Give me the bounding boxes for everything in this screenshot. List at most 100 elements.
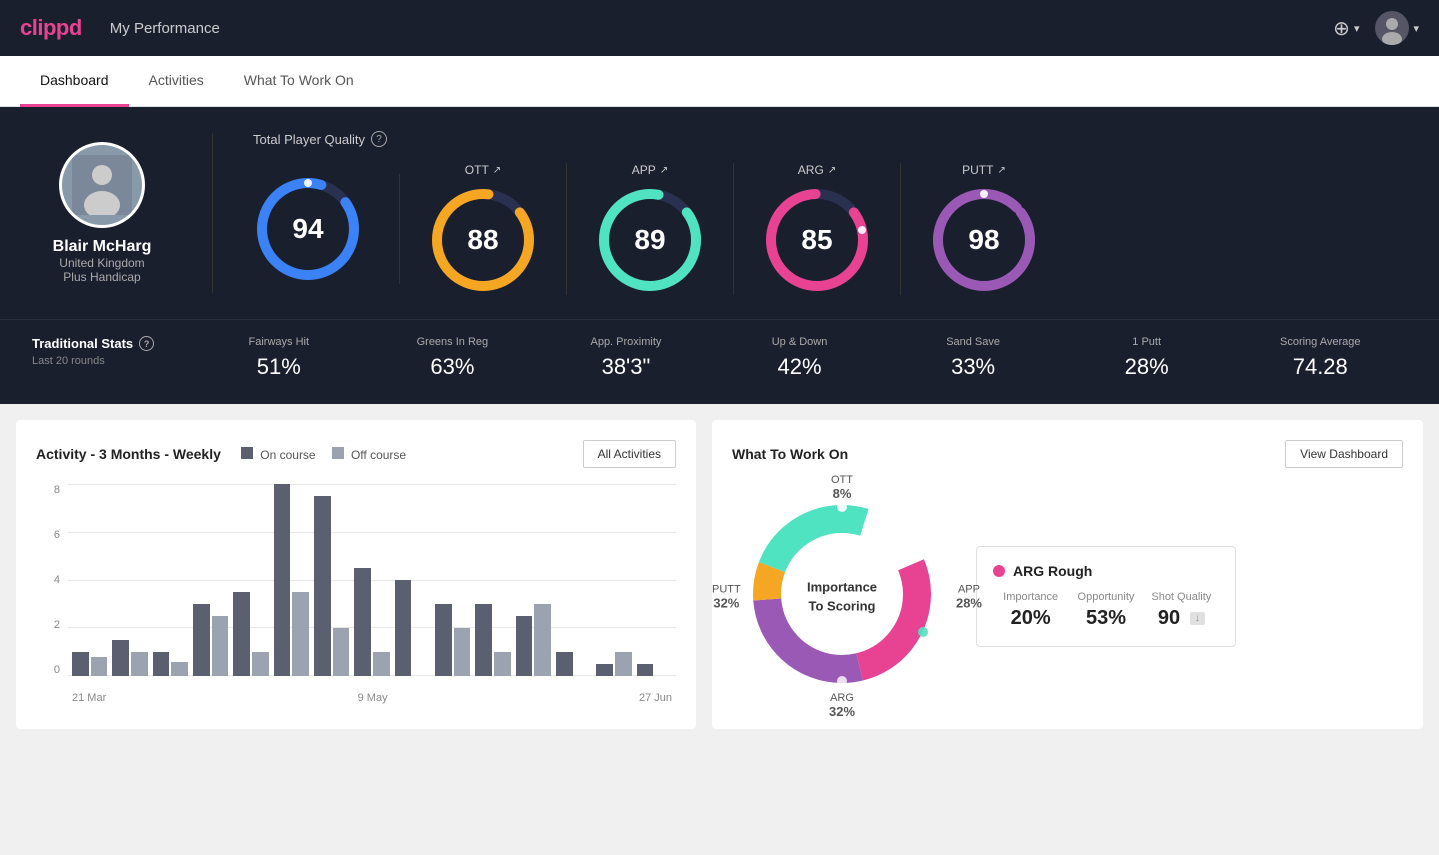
card-dot	[993, 565, 1005, 577]
stat-greens-in-reg: Greens In Reg 63%	[366, 336, 540, 380]
tab-bar: Dashboard Activities What To Work On	[0, 56, 1439, 107]
all-activities-button[interactable]: All Activities	[583, 440, 676, 468]
tab-activities[interactable]: Activities	[129, 56, 224, 107]
putt-gauge: 98	[929, 185, 1039, 295]
bar-offcourse	[333, 628, 350, 676]
putt-label: PUTT ↗	[962, 163, 1006, 177]
quality-help-icon[interactable]: ?	[371, 131, 387, 147]
stat-up-down: Up & Down 42%	[713, 336, 887, 380]
bar-offcourse	[171, 662, 188, 676]
tab-what-to-work-on[interactable]: What To Work On	[224, 56, 374, 107]
avatar	[59, 142, 145, 228]
main-gauge-container: 94	[253, 174, 363, 284]
quality-section: Total Player Quality ? 94 OTT ↗	[253, 131, 1407, 295]
activity-title: Activity - 3 Months - Weekly	[36, 446, 221, 462]
bar-group	[395, 580, 430, 676]
bar-offcourse	[373, 652, 390, 676]
main-gauge: 94	[253, 174, 400, 284]
card-metric-shot-quality: Shot Quality 90 ↓	[1144, 591, 1219, 630]
add-button[interactable]: ⊕ ▾	[1333, 16, 1359, 41]
card-title-row: ARG Rough	[993, 563, 1219, 579]
bar-group	[233, 592, 268, 676]
bar-group	[596, 652, 631, 676]
putt-trend: ↗	[997, 165, 1005, 176]
bar-oncourse	[274, 484, 291, 676]
bar-oncourse	[233, 592, 250, 676]
bottom-panels: Activity - 3 Months - Weekly On course O…	[0, 404, 1439, 745]
bar-oncourse	[354, 568, 371, 676]
app-label: APP ↗	[632, 163, 668, 177]
stats-subtitle: Last 20 rounds	[32, 355, 192, 367]
bar-group	[72, 652, 107, 676]
donut-center-label: Importance To Scoring	[807, 577, 877, 616]
bar-offcourse	[292, 592, 309, 676]
bar-group	[637, 664, 672, 676]
bar-group	[475, 604, 510, 676]
player-country: United Kingdom	[59, 256, 144, 270]
stats-title-block: Traditional Stats ? Last 20 rounds	[32, 336, 192, 367]
stats-help-icon[interactable]: ?	[139, 336, 154, 351]
add-chevron: ▾	[1354, 22, 1360, 35]
bar-oncourse	[475, 604, 492, 676]
stat-app-proximity: App. Proximity 38'3"	[539, 336, 713, 380]
bar-oncourse	[153, 652, 170, 676]
legend-offcourse: Off course	[332, 447, 406, 462]
bar-group	[516, 604, 551, 676]
stat-1-putt: 1 Putt 28%	[1060, 336, 1234, 380]
quality-label: Total Player Quality ?	[253, 131, 1407, 147]
app-value: 89	[634, 224, 665, 256]
ott-label: OTT ↗	[465, 163, 501, 177]
y-axis: 8 6 4 2 0	[36, 484, 64, 676]
bar-offcourse	[615, 652, 632, 676]
bar-offcourse	[212, 616, 229, 676]
bar-oncourse	[314, 496, 331, 676]
bar-group	[112, 640, 147, 676]
stats-row: Traditional Stats ? Last 20 rounds Fairw…	[0, 319, 1439, 404]
bar-oncourse	[112, 640, 129, 676]
card-metric-opportunity: Opportunity 53%	[1068, 591, 1143, 630]
arg-trend: ↗	[828, 165, 836, 176]
bar-offcourse	[91, 657, 108, 676]
user-chevron: ▾	[1413, 22, 1419, 35]
x-axis: 21 Mar 9 May 27 Jun	[68, 692, 676, 704]
seg-label-arg: ARG 32%	[829, 692, 855, 719]
chart-container: 8 6 4 2 0 21 Mar	[36, 484, 676, 704]
app-trend: ↗	[660, 165, 668, 176]
hero-section: Blair McHarg United Kingdom Plus Handica…	[0, 107, 1439, 319]
logo-area: clippd My Performance	[20, 15, 220, 41]
bar-group	[193, 604, 228, 676]
player-handicap: Plus Handicap	[63, 270, 140, 284]
bar-offcourse	[131, 652, 148, 676]
divider	[212, 133, 213, 293]
main-gauge-value: 94	[292, 213, 323, 245]
bar-oncourse	[72, 652, 89, 676]
app-gauge: 89	[595, 185, 705, 295]
stats-title: Traditional Stats ?	[32, 336, 192, 351]
gauge-putt: PUTT ↗ 98	[901, 163, 1067, 295]
offcourse-dot	[332, 447, 344, 459]
putt-value: 98	[968, 224, 999, 256]
seg-label-app: APP 28%	[956, 583, 982, 610]
tab-dashboard[interactable]: Dashboard	[20, 56, 129, 107]
wtwo-content: Importance To Scoring OTT 8% APP 28% ARG…	[732, 484, 1403, 709]
user-menu[interactable]: ▾	[1375, 11, 1419, 45]
gauges-row: 94 OTT ↗ 88 APP	[253, 163, 1407, 295]
view-dashboard-button[interactable]: View Dashboard	[1285, 440, 1403, 468]
arg-gauge: 85	[762, 185, 872, 295]
what-to-work-on-panel: What To Work On View Dashboard	[712, 420, 1423, 729]
ott-value: 88	[467, 224, 498, 256]
gauge-arg: ARG ↗ 85	[734, 163, 901, 295]
bar-oncourse	[596, 664, 613, 676]
bar-group	[354, 568, 389, 676]
activity-panel: Activity - 3 Months - Weekly On course O…	[16, 420, 696, 729]
add-icon: ⊕	[1333, 16, 1350, 41]
bar-oncourse	[435, 604, 452, 676]
bar-group	[435, 604, 470, 676]
legend-oncourse: On course	[241, 447, 316, 462]
card-metrics: Importance 20% Opportunity 53% Shot Qual…	[993, 591, 1219, 630]
seg-label-putt: PUTT 32%	[712, 583, 741, 610]
header-actions: ⊕ ▾ ▾	[1333, 11, 1419, 45]
wtwo-title: What To Work On	[732, 446, 848, 462]
seg-label-ott: OTT 8%	[831, 474, 853, 501]
bar-offcourse	[252, 652, 269, 676]
